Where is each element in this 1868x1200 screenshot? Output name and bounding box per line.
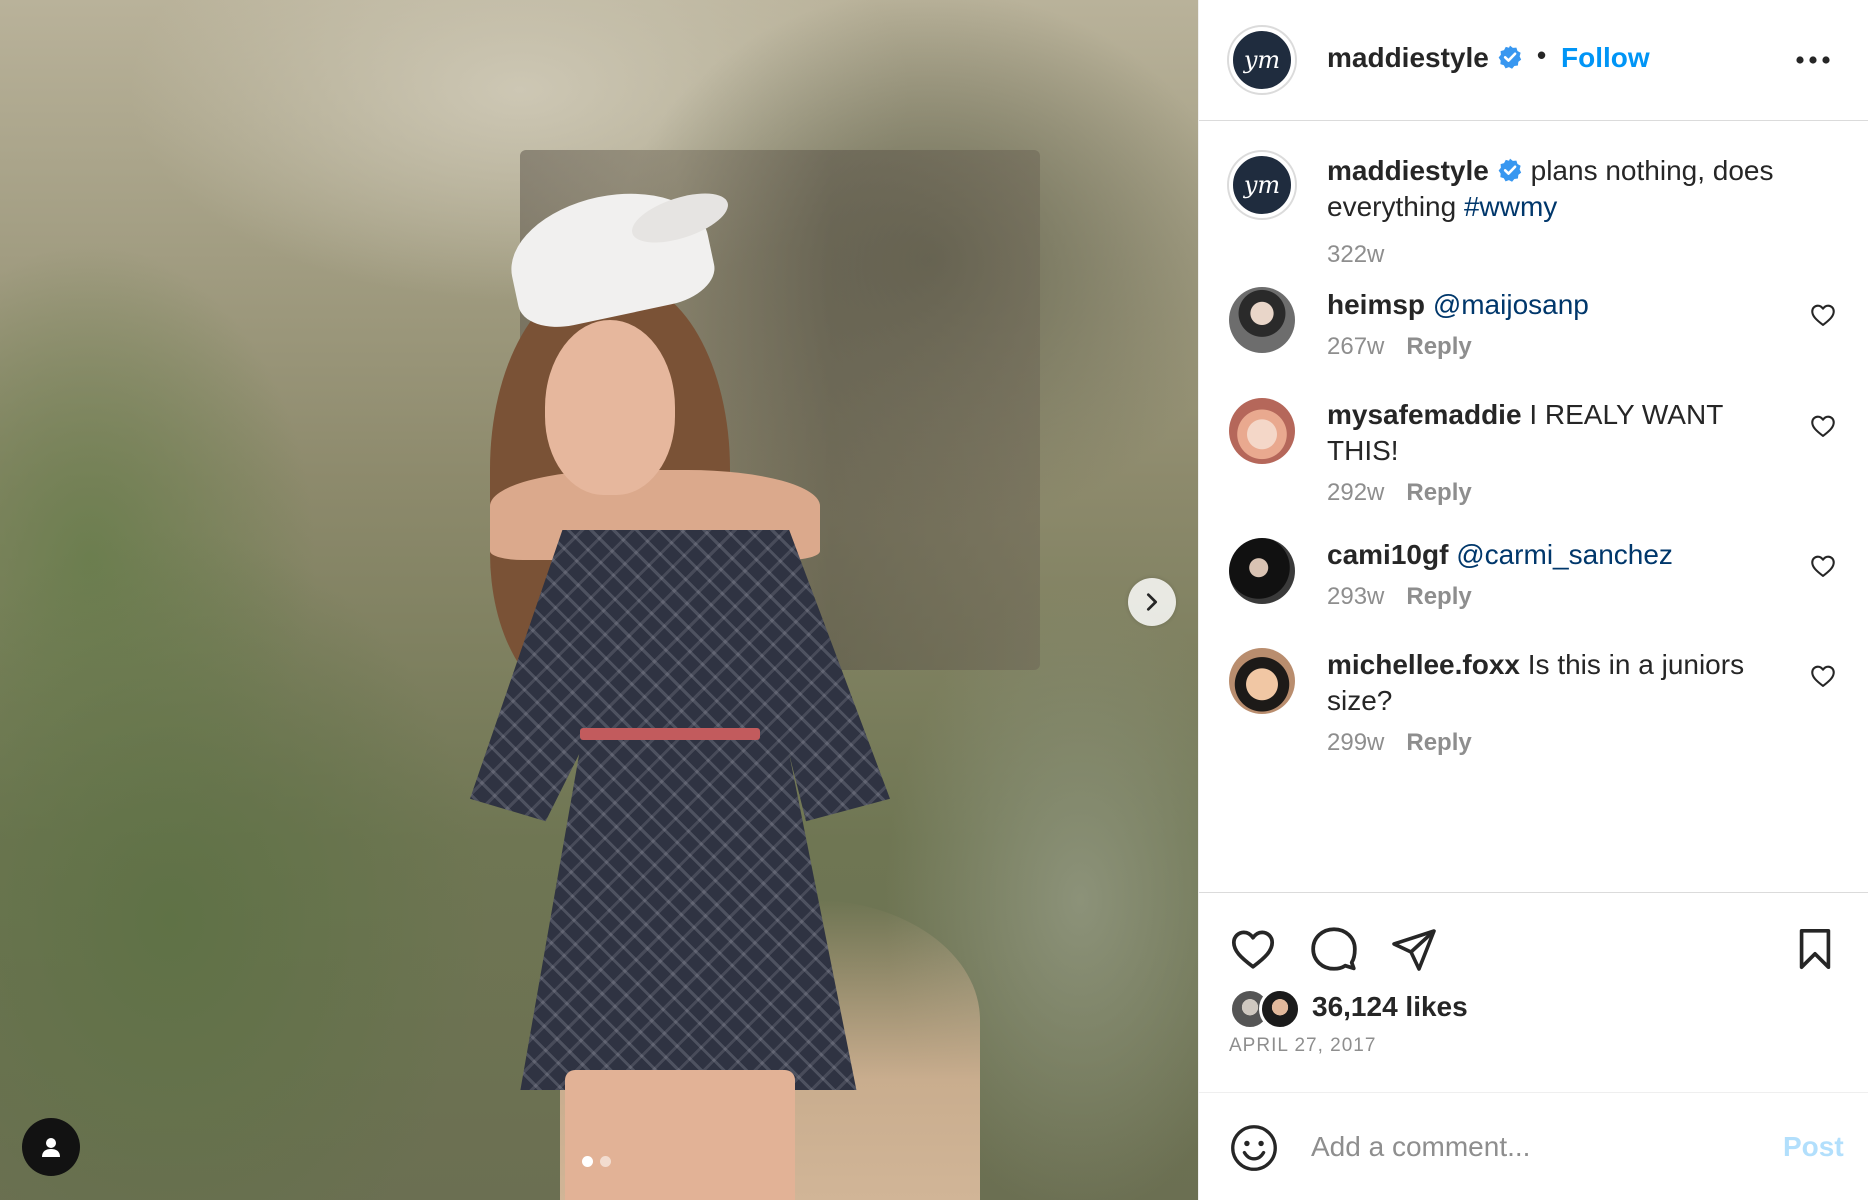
commenter-username[interactable]: heimsp xyxy=(1327,289,1425,320)
reply-button[interactable]: Reply xyxy=(1406,333,1471,360)
likes-count[interactable]: 36,124 likes xyxy=(1312,991,1468,1023)
emoji-icon[interactable] xyxy=(1229,1123,1279,1173)
comment-mention[interactable]: @carmi_sanchez xyxy=(1456,539,1673,570)
comment-button[interactable] xyxy=(1306,921,1362,977)
post-date[interactable]: APRIL 27, 2017 xyxy=(1229,1035,1376,1057)
photo-face xyxy=(545,320,675,495)
comment-meta: 292w Reply xyxy=(1327,479,1472,507)
caption-text: maddiestyle plans nothing, does everythi… xyxy=(1327,153,1797,225)
comment-text: michellee.foxx Is this in a juniors size… xyxy=(1327,647,1797,719)
comment-time[interactable]: 299w xyxy=(1327,729,1384,756)
commenter-username[interactable]: mysafemaddie xyxy=(1327,399,1522,430)
chevron-right-icon xyxy=(1146,593,1158,611)
save-button[interactable] xyxy=(1787,921,1843,977)
post-actions: 36,124 likes APRIL 27, 2017 xyxy=(1199,893,1868,1093)
share-button[interactable] xyxy=(1386,921,1442,977)
header-separator: • xyxy=(1537,40,1547,70)
commenter-avatar[interactable] xyxy=(1229,538,1295,604)
carousel-next-button[interactable] xyxy=(1128,578,1176,626)
author-avatar[interactable]: ym xyxy=(1229,27,1295,93)
commenter-avatar[interactable] xyxy=(1229,648,1295,714)
caption-meta: 322w xyxy=(1327,241,1384,269)
author-username[interactable]: maddiestyle xyxy=(1327,42,1523,74)
follow-button[interactable]: Follow xyxy=(1561,42,1650,74)
caption-hashtag[interactable]: #wwmy xyxy=(1464,191,1557,222)
comments-list: ym maddiestyle plans nothing, does every… xyxy=(1199,121,1868,893)
liker-avatar xyxy=(1259,988,1301,1030)
comment-meta: 267w Reply xyxy=(1327,333,1472,361)
heart-icon xyxy=(1231,930,1275,969)
comment-meta: 293w Reply xyxy=(1327,583,1472,611)
paper-plane-icon xyxy=(1392,929,1436,971)
post-comment-button[interactable]: Post xyxy=(1783,1131,1844,1163)
commenter-avatar[interactable] xyxy=(1229,287,1295,353)
reply-button[interactable]: Reply xyxy=(1406,479,1471,506)
comment-composer: Post xyxy=(1199,1093,1868,1200)
reply-button[interactable]: Reply xyxy=(1406,583,1471,610)
likers-avatars[interactable] xyxy=(1229,988,1309,1032)
like-comment-heart-icon[interactable] xyxy=(1809,662,1837,690)
post-media[interactable] xyxy=(0,0,1198,1200)
verified-badge-icon xyxy=(1498,158,1522,182)
carousel-indicator xyxy=(582,1156,611,1167)
commenter-username[interactable]: michellee.foxx xyxy=(1327,649,1520,680)
comment-text: heimsp @maijosanp xyxy=(1327,287,1797,323)
comment-text: cami10gf @carmi_sanchez xyxy=(1327,537,1797,573)
caption-author-avatar[interactable]: ym xyxy=(1229,152,1295,218)
comment-time[interactable]: 292w xyxy=(1327,479,1384,506)
avatar-monogram: ym xyxy=(1243,171,1281,199)
author-username-text: maddiestyle xyxy=(1327,42,1489,73)
comment-mention[interactable]: @maijosanp xyxy=(1433,289,1589,320)
photo-subject xyxy=(450,176,990,1200)
comment-text: mysafemaddie I REALY WANT THIS! xyxy=(1327,397,1797,469)
post-header: ym maddiestyle • Follow xyxy=(1199,0,1868,121)
like-button[interactable] xyxy=(1225,921,1281,977)
carousel-dot xyxy=(600,1156,611,1167)
photo-legs xyxy=(565,1070,795,1200)
like-comment-heart-icon[interactable] xyxy=(1809,552,1837,580)
user-icon xyxy=(42,1138,60,1157)
comment-meta: 299w Reply xyxy=(1327,729,1472,757)
commenter-avatar[interactable] xyxy=(1229,398,1295,464)
photo-belt xyxy=(580,728,760,740)
tagged-users-button[interactable] xyxy=(22,1118,80,1176)
caption-username[interactable]: maddiestyle xyxy=(1327,155,1489,186)
post-modal: ym maddiestyle • Follow ym maddiestyle p… xyxy=(0,0,1868,1200)
comment-time[interactable]: 293w xyxy=(1327,583,1384,610)
reply-button[interactable]: Reply xyxy=(1406,729,1471,756)
carousel-dot xyxy=(582,1156,593,1167)
more-horizontal-icon xyxy=(1796,56,1830,64)
like-comment-heart-icon[interactable] xyxy=(1809,301,1837,329)
comment-time[interactable]: 267w xyxy=(1327,333,1384,360)
post-side-panel: ym maddiestyle • Follow ym maddiestyle p… xyxy=(1198,0,1868,1200)
avatar-monogram: ym xyxy=(1243,46,1281,74)
more-options-button[interactable] xyxy=(1789,40,1837,80)
bookmark-icon xyxy=(1799,928,1831,970)
commenter-username[interactable]: cami10gf xyxy=(1327,539,1448,570)
caption-time[interactable]: 322w xyxy=(1327,241,1384,268)
verified-badge-icon xyxy=(1498,45,1522,69)
comment-bubble-icon xyxy=(1311,927,1357,971)
comment-input[interactable] xyxy=(1311,1121,1751,1173)
like-comment-heart-icon[interactable] xyxy=(1809,412,1837,440)
